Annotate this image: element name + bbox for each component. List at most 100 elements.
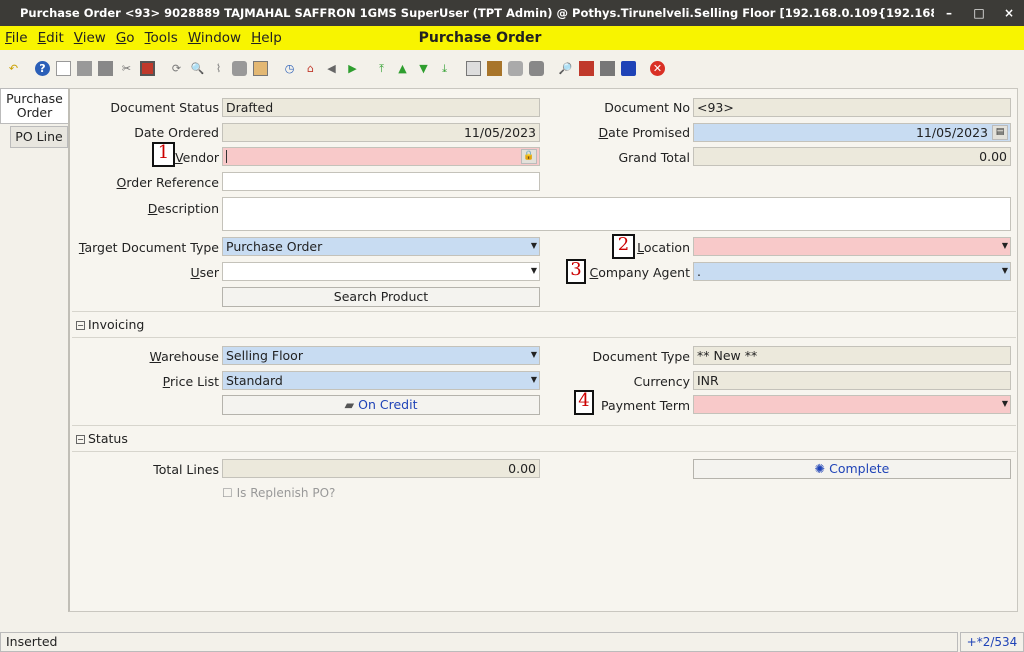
user-select[interactable]: ▼ [222, 262, 540, 281]
section-divider [72, 425, 1016, 426]
copy-record-icon[interactable] [77, 60, 92, 76]
zoom-across-icon[interactable]: 🔎 [558, 61, 573, 76]
home-icon[interactable]: ⌂ [303, 61, 318, 76]
attachment-icon[interactable]: ⌇ [211, 61, 226, 76]
description-input[interactable] [222, 197, 1011, 231]
save-icon[interactable] [140, 60, 155, 76]
menu-view[interactable]: View [69, 30, 111, 46]
history-icon[interactable]: ◷ [282, 61, 297, 76]
status-bar: Inserted [0, 632, 958, 652]
grand-total-label: Grand Total [618, 150, 690, 165]
document-status-field: Drafted [222, 98, 540, 117]
document-status-label: Document Status [110, 100, 219, 115]
menu-go[interactable]: Go [111, 30, 140, 46]
lock-icon[interactable]: 🔒 [521, 149, 537, 164]
location-select[interactable]: ▼ [693, 237, 1011, 256]
menu-help[interactable]: Help [246, 30, 287, 46]
product-info-icon[interactable] [621, 60, 636, 76]
report-icon[interactable] [466, 60, 481, 76]
marker-2: 2 [612, 234, 635, 259]
active-workflows-icon[interactable] [579, 60, 594, 76]
new-record-icon[interactable] [56, 60, 71, 76]
target-doc-type-select[interactable]: Purchase Order ▼ [222, 237, 540, 256]
chevron-down-icon[interactable]: ▼ [531, 266, 537, 275]
vendor-label: Vendor [175, 150, 219, 165]
app-title: Purchase Order [418, 30, 542, 46]
first-record-icon[interactable]: ⤒ [374, 61, 389, 76]
section-divider [72, 311, 1016, 312]
user-label: User [190, 265, 220, 280]
tab-list: Purchase Order PO Line [0, 88, 68, 148]
tab-purchase-order[interactable]: Purchase Order [0, 88, 68, 124]
total-lines-label: Total Lines [153, 462, 219, 477]
last-record-icon[interactable]: ⤓ [437, 61, 452, 76]
grid-toggle-icon[interactable] [253, 60, 268, 76]
payment-term-select[interactable]: ▼ [693, 395, 1011, 414]
target-doc-type-label: Target Document Type [78, 240, 219, 255]
replenish-label: Is Replenish PO? [236, 486, 336, 500]
delete-record-icon[interactable] [98, 60, 113, 76]
window-titlebar: Purchase Order <93> 9028889 TAJMAHAL SAF… [0, 0, 1024, 26]
chevron-down-icon[interactable]: ▼ [1002, 241, 1008, 250]
print-preview-icon[interactable] [508, 60, 523, 76]
section-divider [72, 337, 1016, 338]
warehouse-select[interactable]: Selling Floor ▼ [222, 346, 540, 365]
archive-icon[interactable] [487, 60, 502, 76]
payment-icon: ▰ [344, 397, 355, 412]
close-window-button[interactable]: × [994, 6, 1024, 20]
previous-record-icon[interactable]: ▲ [395, 61, 410, 76]
parent-icon[interactable]: ◀ [324, 61, 339, 76]
window-title: Purchase Order <93> 9028889 TAJMAHAL SAF… [20, 6, 934, 20]
print-icon[interactable] [529, 60, 544, 76]
calendar-icon[interactable]: ▤ [992, 125, 1008, 140]
marker-3: 3 [566, 259, 586, 284]
section-divider [72, 451, 1016, 452]
collapse-icon[interactable]: − [76, 435, 85, 444]
next-record-icon[interactable]: ▼ [416, 61, 431, 76]
detail-icon[interactable]: ▶ [345, 61, 360, 76]
minimize-button[interactable]: – [934, 6, 964, 20]
exit-icon[interactable]: ✕ [650, 60, 665, 76]
menu-window[interactable]: Window [183, 30, 246, 46]
menu-file[interactable]: File [0, 30, 33, 46]
on-credit-button[interactable]: ▰ On Credit [222, 395, 540, 415]
replenish-checkbox[interactable]: ☐ Is Replenish PO? [222, 486, 335, 500]
date-ordered-label: Date Ordered [134, 125, 219, 140]
order-reference-input[interactable] [222, 172, 540, 191]
invoicing-section-header[interactable]: − Invoicing [76, 317, 144, 332]
menu-edit[interactable]: Edit [33, 30, 69, 46]
invoicing-section-label: Invoicing [88, 317, 145, 332]
tab-po-line[interactable]: PO Line [10, 126, 68, 148]
search-product-button[interactable]: Search Product [222, 287, 540, 307]
record-nav-info[interactable]: +*2/534 [960, 632, 1024, 652]
undo-icon[interactable]: ↶ [6, 61, 21, 76]
date-ordered-field: 11/05/2023 [222, 123, 540, 142]
checkbox-icon: ☐ [222, 486, 233, 500]
help-icon[interactable]: ? [35, 60, 50, 76]
date-promised-field[interactable]: 11/05/2023 ▤ [693, 123, 1011, 142]
refresh-icon[interactable]: ⟳ [169, 61, 184, 76]
find-icon[interactable]: 🔍 [190, 61, 205, 76]
currency-label: Currency [633, 374, 690, 389]
gear-icon: ✺ [814, 461, 826, 476]
collapse-icon[interactable]: − [76, 321, 85, 330]
date-promised-label: Date Promised [598, 125, 690, 140]
company-agent-select[interactable]: . ▼ [693, 262, 1011, 281]
chat-icon[interactable] [232, 60, 247, 76]
price-list-select[interactable]: Standard ▼ [222, 371, 540, 390]
chevron-down-icon[interactable]: ▼ [1002, 399, 1008, 408]
chevron-down-icon[interactable]: ▼ [1002, 266, 1008, 275]
vendor-field[interactable]: 🔒 [222, 147, 540, 166]
request-icon[interactable] [600, 60, 615, 76]
menu-tools[interactable]: Tools [140, 30, 183, 46]
form-panel: Document Status Drafted Document No <93>… [68, 88, 1018, 612]
chevron-down-icon[interactable]: ▼ [531, 241, 537, 250]
text-cursor [226, 150, 227, 163]
chevron-down-icon[interactable]: ▼ [531, 375, 537, 384]
date-promised-value: 11/05/2023 [915, 125, 988, 140]
complete-button[interactable]: ✺ Complete [693, 459, 1011, 479]
chevron-down-icon[interactable]: ▼ [531, 350, 537, 359]
status-section-header[interactable]: − Status [76, 431, 128, 446]
delete-selection-icon[interactable]: ✂ [119, 61, 134, 76]
maximize-button[interactable]: □ [964, 6, 994, 20]
